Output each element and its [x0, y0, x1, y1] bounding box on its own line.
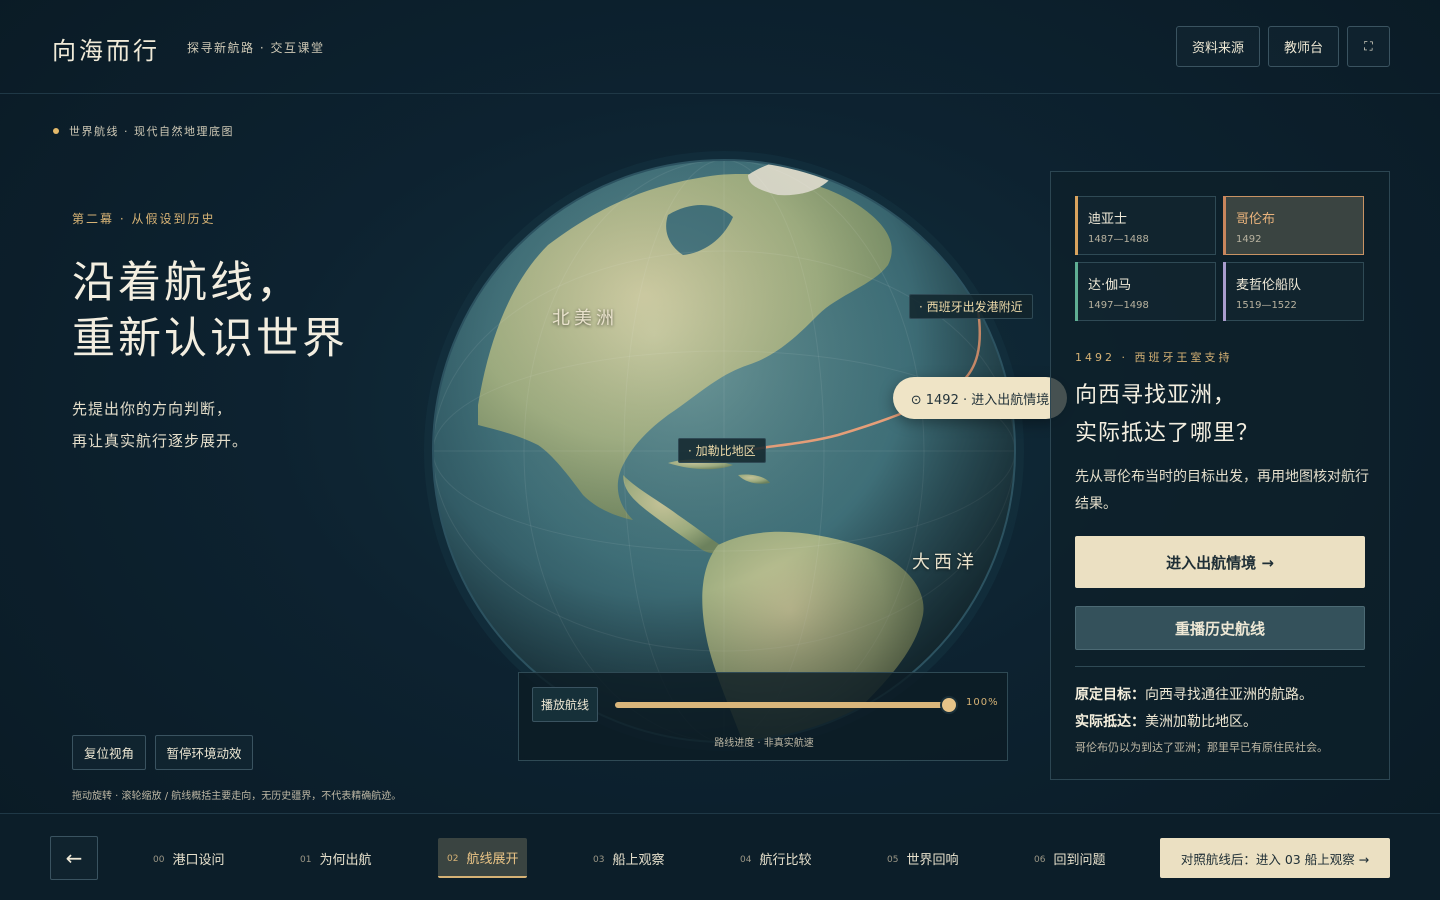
back-button[interactable]: ← — [50, 836, 98, 880]
voyage-accent-bar — [1223, 262, 1226, 321]
step-00[interactable]: 00 港口设问 — [144, 838, 233, 878]
step-label: 世界回响 — [906, 852, 959, 868]
voyage-accent-bar — [1075, 196, 1078, 255]
progress-percent: 100% — [966, 697, 999, 708]
reach-value: 美洲加勒比地区。 — [1145, 714, 1257, 730]
act-label: 第二幕 · 从假设到历史 — [72, 212, 216, 226]
breadcrumb-label: 世界航线 · 现代自然地理底图 — [69, 125, 234, 138]
pin-spain-port[interactable]: · 西班牙出发港附近 — [909, 294, 1033, 319]
next-step-button[interactable]: 对照航线后：进入 03 船上观察 → — [1160, 838, 1390, 878]
step-06[interactable]: 06 回到问题 — [1025, 838, 1114, 878]
voyage-accent-bar — [1075, 262, 1078, 321]
pin-caribbean[interactable]: · 加勒比地区 — [678, 438, 766, 463]
voyage-eyebrow: 1492 · 西班牙王室支持 — [1075, 351, 1233, 364]
step-label: 航线展开 — [466, 851, 519, 867]
label-north-america: 北美洲 — [552, 308, 618, 329]
intro-line-2: 再让真实航行逐步展开。 — [72, 432, 249, 450]
step-label: 港口设问 — [172, 852, 225, 868]
page-title: 沿着航线， 重新认识世界 — [72, 255, 348, 367]
play-route-button[interactable]: 播放航线 — [532, 687, 598, 722]
voyage-years: 1497—1498 — [1088, 300, 1149, 311]
voyage-title-line-1: 向西寻找亚洲， — [1075, 383, 1237, 408]
step-number: 00 — [153, 854, 165, 865]
fullscreen-icon: ⛶ — [1364, 39, 1373, 53]
enter-scene-pill[interactable]: ⊙ 1492 · 进入出航情境 — [893, 377, 1067, 419]
step-02[interactable]: 02 航线展开 — [438, 838, 528, 878]
teacher-console-button[interactable]: 教师台 — [1268, 26, 1339, 67]
step-label: 船上观察 — [612, 852, 665, 868]
reach-line: 实际抵达：美洲加勒比地区。 — [1075, 711, 1257, 731]
voyage-title-line-2: 实际抵达了哪里？ — [1075, 421, 1260, 446]
reach-key: 实际抵达： — [1075, 714, 1145, 730]
progress-handle[interactable] — [942, 698, 956, 712]
step-04[interactable]: 04 航行比较 — [731, 838, 820, 878]
step-number: 01 — [300, 854, 312, 865]
progress-fill — [615, 702, 949, 708]
voyage-years: 1487—1488 — [1088, 234, 1149, 245]
goal-value: 向西寻找通往亚洲的航路。 — [1145, 687, 1313, 703]
voyage-years: 1519—1522 — [1236, 300, 1297, 311]
step-number: 04 — [740, 854, 752, 865]
step-navigation: ← 00 港口设问 01 为何出航 02 航线展开 03 船上观察 04 航行比较 05 世… — [0, 813, 1440, 900]
step-01[interactable]: 01 为何出航 — [291, 838, 380, 878]
interaction-hint: 拖动旋转 · 滚轮缩放 / 航线概括主要走向，无历史疆界，不代表精确航迹。 — [72, 791, 402, 802]
voyage-name: 麦哲伦船队 — [1236, 278, 1302, 293]
voyage-name: 达·伽马 — [1088, 278, 1132, 293]
fullscreen-button[interactable]: ⛶ — [1347, 26, 1390, 67]
voyage-card-magellan[interactable]: 麦哲伦船队 1519—1522 — [1223, 262, 1364, 321]
intro-line-1: 先提出你的方向判断， — [72, 400, 233, 418]
brand-subtitle: 探寻新航路 · 交互课堂 — [187, 41, 325, 55]
step-number: 03 — [593, 854, 605, 865]
divider — [1075, 666, 1365, 667]
voyage-card-columbus[interactable]: 哥伦布 1492 — [1223, 196, 1364, 255]
voyage-note: 哥伦布仍以为到达了亚洲；那里早已有原住民社会。 — [1075, 741, 1328, 754]
label-atlantic: 大西洋 — [912, 552, 978, 573]
enter-scene-button[interactable]: 进入出航情境 → — [1075, 536, 1365, 588]
step-label: 航行比较 — [759, 852, 812, 868]
voyage-name: 哥伦布 — [1236, 212, 1276, 227]
step-number: 06 — [1034, 854, 1046, 865]
voyage-years: 1492 — [1236, 234, 1262, 245]
page-title-line-1: 沿着航线， — [72, 258, 302, 308]
voyage-question-title: 向西寻找亚洲， 实际抵达了哪里？ — [1075, 377, 1259, 453]
progress-caption: 路线进度 · 非真实航速 — [714, 738, 814, 749]
goal-key: 原定目标： — [1075, 687, 1145, 703]
reset-view-button[interactable]: 复位视角 — [72, 735, 146, 770]
replay-route-button[interactable]: 重播历史航线 — [1075, 606, 1365, 650]
step-03[interactable]: 03 船上观察 — [584, 838, 673, 878]
voyage-name: 迪亚士 — [1088, 212, 1128, 227]
breadcrumb: 世界航线 · 现代自然地理底图 — [53, 123, 234, 139]
pause-effects-button[interactable]: 暂停环境动效 — [155, 735, 253, 770]
voyage-card-dias[interactable]: 迪亚士 1487—1488 — [1075, 196, 1216, 255]
step-05[interactable]: 05 世界回响 — [878, 838, 967, 878]
sources-button[interactable]: 资料来源 — [1176, 26, 1260, 67]
brand-title: 向海而行 — [52, 37, 160, 65]
step-label: 为何出航 — [319, 852, 372, 868]
voyage-accent-bar — [1223, 196, 1226, 255]
goal-line: 原定目标：向西寻找通往亚洲的航路。 — [1075, 684, 1313, 704]
route-progress-slider[interactable] — [615, 698, 956, 712]
page-title-line-2: 重新认识世界 — [72, 314, 348, 364]
step-label: 回到问题 — [1053, 852, 1106, 868]
status-dot-icon — [53, 128, 59, 134]
step-number: 02 — [447, 853, 459, 864]
intro-text: 先提出你的方向判断， 再让真实航行逐步展开。 — [72, 393, 248, 457]
arrow-left-icon: ← — [65, 846, 83, 870]
route-playback-panel: 播放航线 100% 路线进度 · 非真实航速 — [518, 672, 1008, 761]
voyage-panel: 迪亚士 1487—1488 哥伦布 1492 达·伽马 1497—1498 麦哲… — [1050, 171, 1390, 780]
voyage-description: 先从哥伦布当时的目标出发，再用地图核对航行结果。 — [1075, 469, 1369, 512]
voyage-card-da-gama[interactable]: 达·伽马 1497—1498 — [1075, 262, 1216, 321]
step-number: 05 — [887, 854, 899, 865]
top-header: 向海而行 探寻新航路 · 交互课堂 资料来源 教师台 ⛶ — [0, 0, 1440, 94]
